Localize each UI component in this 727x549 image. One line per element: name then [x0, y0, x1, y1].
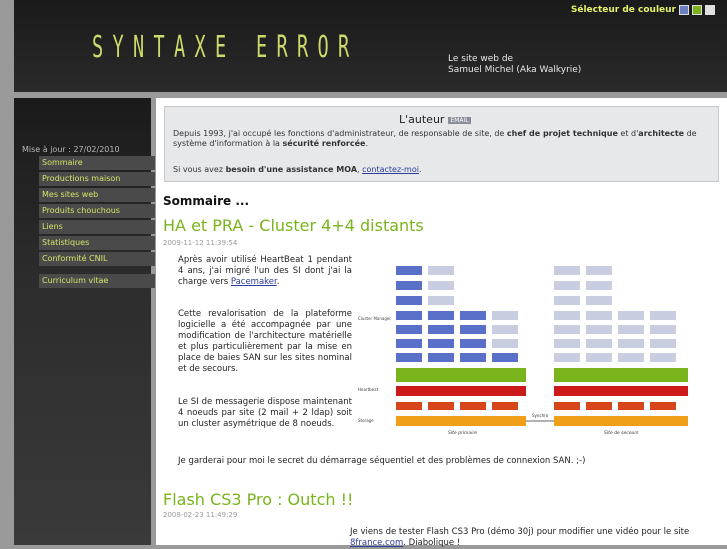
- cluster-bar-secondary: [554, 368, 688, 382]
- author-bio: Depuis 1993, j'ai occupé les fonctions d…: [173, 129, 697, 148]
- svg-text:Synchro: Synchro: [532, 413, 549, 418]
- san-bar-secondary: [554, 416, 688, 426]
- color-swatch-blue[interactable]: [679, 5, 689, 15]
- article-para: Après avoir utilisé HeartBeat 1 pendant …: [178, 255, 352, 287]
- article-para: Le SI de messagerie dispose maintenant 4…: [178, 397, 352, 429]
- article-title[interactable]: Flash CS3 Pro : Outch !!: [163, 490, 353, 509]
- update-date: Mise à jour : 27/02/2010: [22, 145, 120, 154]
- svg-text:Heartbeat: Heartbeat: [358, 387, 379, 392]
- sommaire-heading: Sommaire ...: [163, 194, 250, 208]
- color-selector[interactable]: Sélecteur de couleur: [571, 5, 715, 15]
- article-para: Je garderai pour moi le secret du démarr…: [178, 456, 586, 466]
- cluster-diagram: Cluster Manager Heartbeat Storage Synchr…: [356, 262, 701, 442]
- tagline-line2: Samuel Michel (Aka Walkyrie): [448, 65, 582, 75]
- sidebar-menu: Sommaire Productions maison Mes sites we…: [39, 156, 155, 290]
- sidebar-item-sites[interactable]: Mes sites web: [39, 188, 155, 202]
- sidebar-item-liens[interactable]: Liens: [39, 220, 155, 234]
- sidebar-item-produits[interactable]: Produits chouchous: [39, 204, 155, 218]
- color-selector-label: Sélecteur de couleur: [570, 5, 676, 15]
- author-title: L'auteur EMAIL: [399, 113, 471, 126]
- article-date: 2008-02-23 11:49:29: [163, 511, 238, 519]
- color-swatch-grey[interactable]: [705, 5, 715, 15]
- article-para: 8france.com. Diabolique !: [350, 538, 461, 548]
- article-title[interactable]: HA et PRA - Cluster 4+4 distants: [163, 216, 424, 235]
- sidebar-item-sommaire[interactable]: Sommaire: [39, 156, 155, 170]
- svg-text:Storage: Storage: [358, 418, 374, 423]
- article-para: Je viens de tester Flash CS3 Pro (démo 3…: [350, 527, 690, 537]
- svg-text:Site primaire: Site primaire: [448, 430, 477, 436]
- article-date: 2009-11-12 11:39:54: [163, 239, 238, 247]
- sidebar: Mise à jour : 27/02/2010 Sommaire Produc…: [14, 98, 155, 545]
- pacemaker-link[interactable]: Pacemaker: [231, 277, 277, 287]
- tagline: Le site web de Samuel Michel (Aka Walkyr…: [448, 54, 581, 76]
- san-bar-primary: [396, 416, 526, 426]
- author-box: L'auteur EMAIL Depuis 1993, j'ai occupé l…: [164, 106, 719, 182]
- author-contact: Si vous avez besoin d'une assistance MOA…: [173, 165, 422, 174]
- article-para: Cette revalorisation de la plateforme lo…: [178, 309, 352, 374]
- site-logo[interactable]: SYNTAXE ERROR: [92, 30, 358, 65]
- header: Sélecteur de couleur SYNTAXE ERROR Le si…: [14, 0, 727, 92]
- color-swatch-green[interactable]: [692, 5, 702, 15]
- main-content: L'auteur EMAIL Depuis 1993, j'ai occupé l…: [156, 98, 727, 548]
- heartbeat-bar-primary: [396, 386, 526, 396]
- contact-link[interactable]: contactez-moi: [362, 165, 419, 174]
- heartbeat-bar-secondary: [554, 386, 688, 396]
- sidebar-item-cv[interactable]: Curriculum vitae: [39, 274, 155, 288]
- sidebar-item-productions[interactable]: Productions maison: [39, 172, 155, 186]
- cluster-label: Cluster Manager: [358, 316, 391, 321]
- sidebar-item-cnil[interactable]: Conformité CNIL: [39, 252, 155, 266]
- tagline-line1: Le site web de: [448, 54, 514, 64]
- email-badge[interactable]: EMAIL: [448, 116, 471, 124]
- svg-text:Site de secours: Site de secours: [604, 430, 639, 436]
- site-link[interactable]: 8france.com: [350, 538, 403, 548]
- sidebar-item-statistiques[interactable]: Statistiques: [39, 236, 155, 250]
- cluster-bar-primary: [396, 368, 526, 382]
